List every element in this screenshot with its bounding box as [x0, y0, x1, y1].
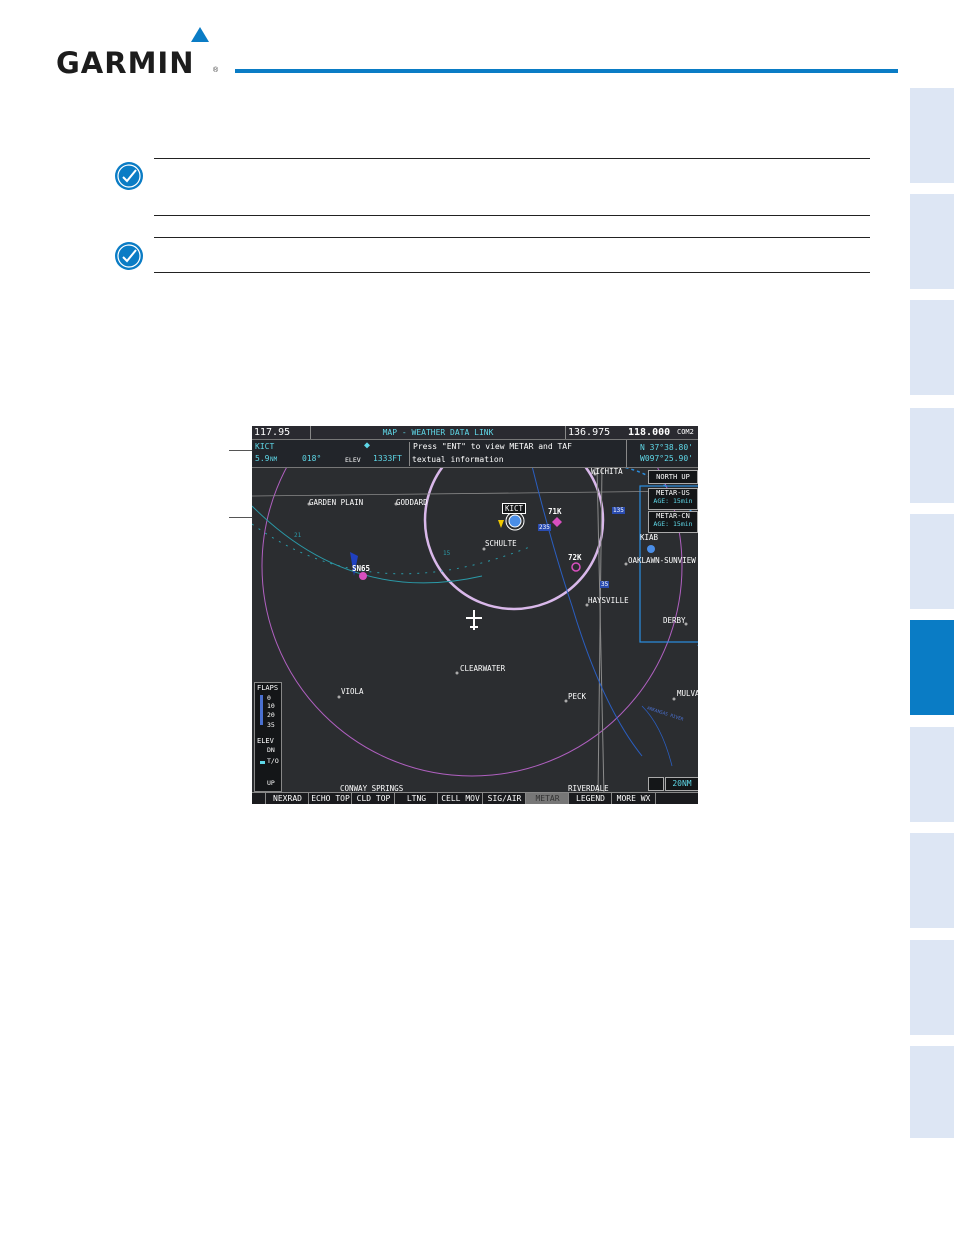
flaps-setting-35: 35: [267, 721, 275, 729]
nav-tab-5[interactable]: [910, 514, 954, 609]
elev-trim-dn: DN: [267, 746, 275, 754]
elev-trim-up: UP: [267, 779, 275, 787]
metar-sn65-label[interactable]: SN65: [352, 564, 370, 573]
place-derby: DERBY: [663, 616, 686, 625]
note-rule-top: [154, 237, 870, 238]
flaps-bar: [260, 695, 263, 725]
com-active-frequency: 118.000: [628, 427, 671, 438]
cursor-diamond-icon: ◆: [364, 440, 371, 451]
nav-tab-6-active[interactable]: [910, 620, 954, 715]
arc-label-15: 15: [443, 550, 451, 557]
note-rule-top: [154, 158, 870, 159]
place-garden-plain: GARDEN PLAIN: [309, 498, 364, 507]
map-orientation-icon: [648, 777, 664, 791]
nav-tab-9[interactable]: [910, 940, 954, 1035]
softkey-legend[interactable]: LEGEND: [568, 793, 612, 804]
metar-72k-label[interactable]: 72K: [568, 553, 582, 562]
metar-us-age: AGE: 15min: [653, 497, 693, 505]
garmin-logo-triangle-icon: [191, 27, 209, 42]
highway-235-icon: 235: [538, 524, 551, 531]
nav-tab-2[interactable]: [910, 194, 954, 289]
elev-trim-label: ELEV: [257, 737, 274, 745]
page-title: MAP - WEATHER DATA LINK: [310, 426, 566, 439]
header-rule: [235, 69, 898, 73]
nav-tab-10[interactable]: [910, 1046, 954, 1138]
place-peck: PECK: [568, 692, 587, 701]
nav-tab-3[interactable]: [910, 300, 954, 395]
flaps-setting-10: 10: [267, 702, 275, 710]
elev-trim-to: T/O: [267, 757, 279, 765]
softkey-bar: NEXRAD ECHO TOP CLD TOP LTNG CELL MOV SI…: [252, 792, 698, 804]
metar-us-label: METAR-US: [656, 489, 690, 497]
metar-cn-age: AGE: 15min: [653, 520, 693, 528]
orientation-button[interactable]: NORTH UP: [648, 470, 698, 484]
airport-kict-label[interactable]: KICT: [502, 503, 527, 514]
flaps-setting-0: 0: [267, 694, 271, 702]
pointer-info-bar: KICT 5.9 NM 018° ELEV 1333FT ◆ Press "EN…: [252, 440, 698, 468]
flaps-trim-indicator: FLAPS 0 10 20 35 ELEV DN T/O UP: [254, 682, 282, 792]
info-prompt-line2: textual information: [412, 455, 504, 464]
info-waypoint: KICT: [255, 442, 275, 451]
map-title-bar: 117.95 MAP - WEATHER DATA LINK 136.975 1…: [252, 426, 698, 440]
softkey-ltng[interactable]: LTNG: [394, 793, 438, 804]
highway-35-icon: 35: [600, 581, 610, 588]
softkey-metar[interactable]: METAR: [525, 793, 569, 804]
softkey-echo-top[interactable]: ECHO TOP: [308, 793, 352, 804]
softkey-more-wx[interactable]: MORE WX: [611, 793, 656, 804]
flaps-label: FLAPS: [257, 684, 279, 692]
info-elev-label: ELEV: [345, 456, 361, 464]
garmin-logo: GARMIN: [56, 46, 195, 80]
nav-frequency: 117.95: [254, 427, 291, 438]
place-goddard: GODDARD: [396, 498, 428, 507]
metar-cn-legend[interactable]: METAR-CN AGE: 15min: [648, 511, 698, 533]
info-bearing: 018°: [302, 454, 322, 463]
place-oaklawn: OAKLAWN-SUNVIEW: [628, 556, 696, 565]
info-longitude: W097°25.90': [640, 454, 693, 463]
softkey-sig-air[interactable]: SIG/AIR: [482, 793, 526, 804]
info-latitude: N 37°38.80': [640, 443, 693, 452]
metar-cn-label: METAR-CN: [656, 512, 690, 520]
info-elev-value: 1333FT: [373, 454, 402, 463]
note-rule-bottom: [154, 215, 870, 216]
airport-kiab-label[interactable]: KIAB: [640, 533, 658, 542]
softkey-cell-mov[interactable]: CELL MOV: [437, 793, 483, 804]
mfd-map-screen: 117.95 MAP - WEATHER DATA LINK 136.975 1…: [252, 426, 698, 804]
place-haysville: HAYSVILLE: [588, 596, 629, 605]
place-mulvane: MULVANE: [677, 689, 698, 698]
info-distance-unit: NM: [270, 456, 278, 463]
metar-71k-label[interactable]: 71K: [548, 507, 562, 516]
note-icon: [115, 242, 143, 270]
map-graphics: [252, 426, 698, 797]
flaps-setting-20: 20: [267, 711, 275, 719]
map-range: 20NM: [665, 777, 698, 791]
nav-tab-1[interactable]: [910, 88, 954, 183]
place-schulte: SCHULTE: [485, 539, 517, 548]
place-clearwater: CLEARWATER: [460, 664, 506, 673]
nav-tab-8[interactable]: [910, 833, 954, 928]
nav-tab-7[interactable]: [910, 727, 954, 822]
registered-mark: ®: [213, 67, 219, 74]
arc-label-21: 21: [294, 532, 302, 539]
softkey-cld-top[interactable]: CLD TOP: [351, 793, 395, 804]
place-wichita: WICHITA: [591, 467, 623, 476]
com-standby-frequency: 136.975: [568, 427, 611, 438]
softkey-nexrad[interactable]: NEXRAD: [265, 793, 309, 804]
com-label: COM2: [677, 428, 694, 436]
place-viola: VIOLA: [341, 687, 364, 696]
highway-135-icon: 135: [612, 507, 625, 514]
elev-trim-pointer: [260, 761, 265, 764]
note-rule-bottom: [154, 272, 870, 273]
info-distance: 5.9: [255, 454, 270, 463]
nav-tab-4[interactable]: [910, 408, 954, 503]
note-icon: [115, 162, 143, 190]
metar-us-legend[interactable]: METAR-US AGE: 15min: [648, 488, 698, 510]
